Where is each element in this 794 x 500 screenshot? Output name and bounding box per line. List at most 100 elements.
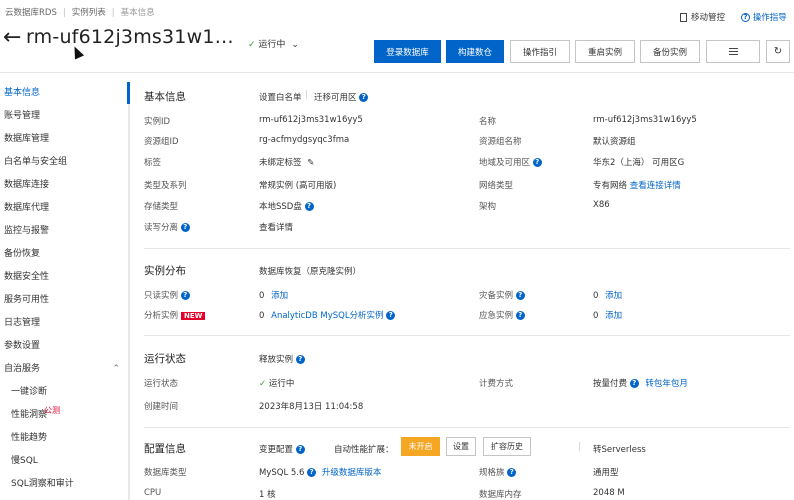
- status-label: 运行状态: [144, 379, 179, 389]
- switch-subscription-link[interactable]: 转包年包月: [645, 379, 688, 389]
- sidebar-item-connection[interactable]: 数据库连接: [0, 174, 128, 197]
- storage-type-label: 存储类型: [144, 202, 179, 212]
- operation-guide-button[interactable]: 操作指引: [510, 40, 570, 63]
- add-emergency-link[interactable]: 添加: [605, 311, 622, 321]
- resource-group-id-label: 资源组ID: [144, 137, 179, 147]
- back-arrow-icon[interactable]: ←: [3, 26, 21, 50]
- architecture-label: 架构: [479, 202, 497, 212]
- help-icon: ?: [515, 291, 525, 300]
- operation-guide-link[interactable]: ? 操作指导: [741, 11, 787, 23]
- sidebar-item-logs[interactable]: 日志管理: [0, 312, 128, 335]
- to-serverless-link[interactable]: 转Serverless: [593, 443, 646, 455]
- breadcrumb-rds[interactable]: 云数据库RDS: [5, 8, 57, 18]
- sidebar-sub-audit[interactable]: SQL洞察和审计: [0, 473, 128, 496]
- sidebar-item-monitor[interactable]: 监控与报警: [0, 220, 128, 243]
- sidebar-item-whitelist[interactable]: 白名单与安全组: [0, 151, 128, 174]
- change-config-link[interactable]: 变更配置 ?: [259, 443, 305, 455]
- header-divider: [0, 72, 794, 73]
- sidebar-item-availability[interactable]: 服务可用性: [0, 289, 128, 312]
- migrate-icon: [680, 13, 687, 22]
- type-series-value: 常规实例 (高可用版): [259, 181, 337, 191]
- rw-split-details-link[interactable]: 查看详情: [259, 221, 293, 233]
- distribution-title: 实例分布: [144, 265, 186, 277]
- sidebar-item-autonomy[interactable]: 自治服务 ⌃: [0, 358, 128, 381]
- name-label: 名称: [479, 117, 497, 127]
- sidebar-item-basic-info[interactable]: 基本信息: [0, 82, 128, 105]
- billing-label: 计费方式: [479, 379, 514, 389]
- sidebar-active-indicator: [127, 82, 130, 104]
- set-whitelist-link[interactable]: 设置白名单: [259, 91, 302, 103]
- sidebar-sub-trend[interactable]: 性能趋势: [0, 427, 128, 450]
- config-title: 配置信息: [144, 443, 186, 455]
- analyticdb-link[interactable]: AnalyticDB MySQL分析实例: [271, 311, 383, 321]
- network-type-label: 网络类型: [479, 181, 514, 191]
- help-icon: ?: [515, 311, 525, 320]
- add-standby-link[interactable]: 添加: [605, 291, 622, 301]
- section-divider: [144, 427, 790, 428]
- breadcrumb: 云数据库RDS | 实例列表 | 基本信息: [5, 8, 155, 18]
- sidebar-item-params[interactable]: 参数设置: [0, 335, 128, 358]
- memory-label: 数据库内存: [479, 490, 522, 500]
- db-type-label: 数据库类型: [144, 468, 187, 478]
- name-value: rm-uf612j3ms31w16yy5: [593, 115, 697, 125]
- analytic-label: 分析实例 NEW: [144, 309, 206, 321]
- scale-history-button[interactable]: 扩容历史: [483, 437, 531, 456]
- instance-id-label: 实例ID: [144, 117, 171, 127]
- breadcrumb-current: 基本信息: [120, 8, 155, 18]
- restore-db-link[interactable]: 数据库恢复（原克隆实例）: [259, 265, 361, 277]
- network-type-value: 专有网络 查看连接详情: [593, 181, 681, 191]
- login-db-button[interactable]: 登录数据库: [374, 40, 441, 63]
- tags-value[interactable]: 未绑定标签 ✎: [259, 156, 314, 168]
- region-label: 地域及可用区 ?: [479, 156, 542, 168]
- breadcrumb-list[interactable]: 实例列表: [72, 8, 106, 18]
- sidebar-item-security[interactable]: 数据安全性: [0, 266, 128, 289]
- storage-type-value: 本地SSD盘 ?: [259, 200, 314, 212]
- migrate-zone-link[interactable]: 迁移可用区 ?: [314, 91, 369, 103]
- sidebar-item-proxy[interactable]: 数据库代理: [0, 197, 128, 220]
- resource-group-name-value: 默认资源组: [593, 137, 636, 147]
- help-icon: ?: [295, 355, 305, 364]
- sidebar-item-databases[interactable]: 数据库管理: [0, 128, 128, 151]
- readonly-label: 只读实例 ?: [144, 289, 190, 301]
- refresh-icon: ↻: [773, 46, 783, 57]
- menu-icon: [728, 48, 738, 55]
- upgrade-db-link[interactable]: 升级数据库版本: [322, 468, 382, 478]
- autoscale-setting-button[interactable]: 设置: [446, 437, 476, 456]
- restart-instance-button[interactable]: 重启实例: [575, 40, 635, 63]
- check-icon: ✓: [248, 40, 256, 50]
- check-icon: ✓: [259, 379, 267, 389]
- connection-details-link[interactable]: 查看连接详情: [630, 181, 681, 191]
- spec-family-label: 规格族 ?: [479, 466, 517, 478]
- edit-icon: ✎: [307, 158, 315, 168]
- created-label: 创建时间: [144, 402, 179, 412]
- instance-status[interactable]: ✓ 运行中 ⌄: [248, 37, 299, 50]
- spec-family-value: 通用型: [593, 468, 619, 478]
- sidebar-divider: [128, 82, 130, 500]
- divider: |: [578, 442, 581, 452]
- help-icon: ?: [180, 291, 190, 300]
- migrate-control[interactable]: 移动管控: [680, 11, 725, 23]
- help-icon: ?: [304, 202, 314, 211]
- beta-badge: 公测: [44, 406, 60, 415]
- build-warehouse-button[interactable]: 构建数仓: [446, 40, 504, 63]
- refresh-button[interactable]: ↻: [766, 40, 790, 63]
- billing-value: 按量付费 ? 转包年包月: [593, 379, 688, 389]
- more-menu-button[interactable]: [706, 40, 760, 63]
- architecture-value: X86: [593, 200, 610, 210]
- add-readonly-link[interactable]: 添加: [271, 291, 288, 301]
- chevron-down-icon: ⌄: [291, 40, 299, 50]
- help-icon: ?: [180, 223, 190, 232]
- resource-group-id-value: rg-acfmydgsyqc3fma: [259, 135, 350, 145]
- sidebar-sub-insight[interactable]: 性能洞察 公测: [0, 404, 128, 427]
- sidebar-item-backup[interactable]: 备份恢复: [0, 243, 128, 266]
- help-icon: ?: [741, 13, 750, 22]
- created-value: 2023年8月13日 11:04:58: [259, 402, 364, 412]
- standby-value: 0 添加: [593, 291, 623, 301]
- release-instance-link[interactable]: 释放实例 ?: [259, 353, 305, 365]
- sidebar-sub-slow-sql[interactable]: 慢SQL: [0, 450, 128, 473]
- sidebar-sub-diagnose[interactable]: 一键诊断: [0, 381, 128, 404]
- backup-instance-button[interactable]: 备份实例: [640, 40, 700, 63]
- tags-label: 标签: [144, 158, 162, 168]
- sidebar-item-accounts[interactable]: 账号管理: [0, 105, 128, 128]
- help-icon: ?: [307, 468, 317, 477]
